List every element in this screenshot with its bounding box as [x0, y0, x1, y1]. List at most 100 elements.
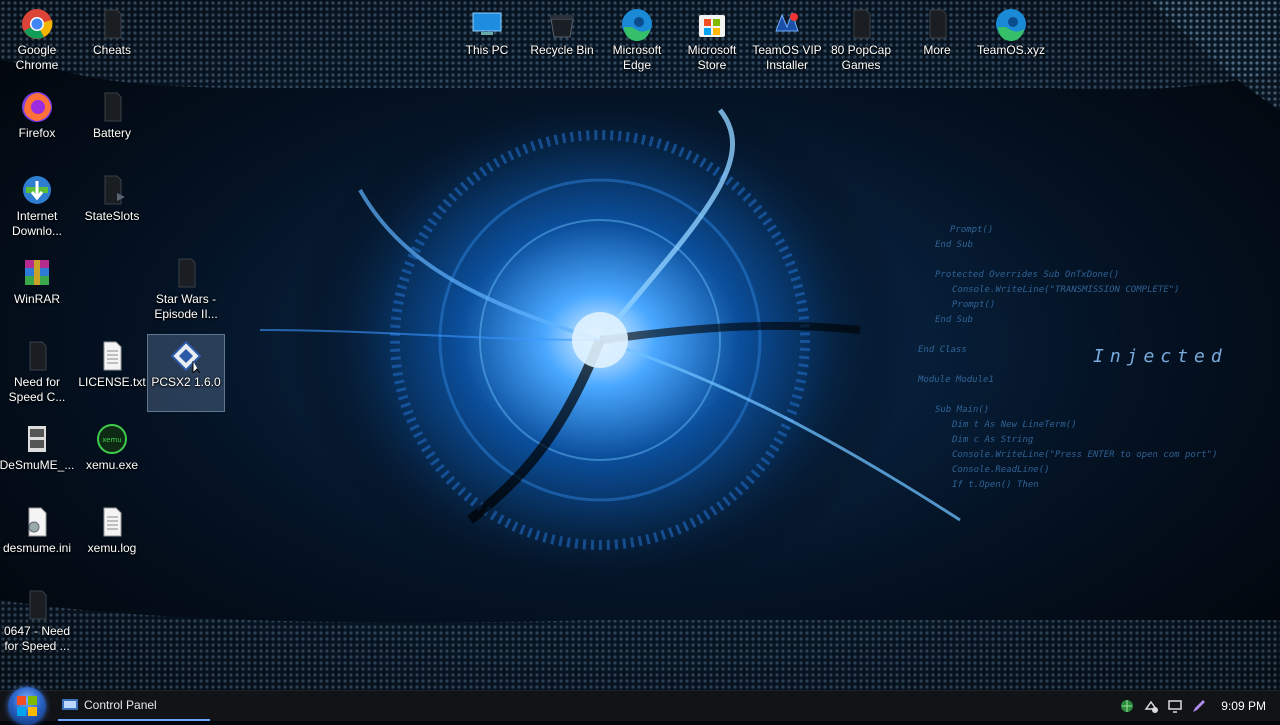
desktop-icon-label: xemu.exe: [85, 458, 139, 472]
recycle-bin-icon: [550, 15, 574, 38]
wallpaper-code-line: Dim t As New LineTerm(): [951, 420, 1077, 430]
tray-display[interactable]: [1163, 691, 1187, 721]
desktop-icon-label: desmume.ini: [2, 541, 72, 555]
edge-icon: [996, 9, 1026, 41]
taskbar-clock[interactable]: 9:09 PM: [1211, 699, 1280, 713]
file-icon: [104, 175, 125, 205]
desktop-icon-xemu-log[interactable]: xemu.log: [74, 501, 150, 577]
desktop-icon-label: StateSlots: [84, 209, 140, 223]
desktop-icon-microsoft-store[interactable]: Microsoft Store: [674, 3, 750, 79]
wallpaper-code-line: Console.WriteLine("TRANSMISSION COMPLETE…: [952, 285, 1180, 295]
desktop-icon-desmume[interactable]: DeSmuME_...: [0, 418, 75, 494]
desktop-icon-popcap-games[interactable]: 80 PopCap Games: [823, 3, 899, 79]
xemu-icon: xemu: [97, 424, 127, 454]
file-icon: [104, 92, 122, 122]
desktop-icon-cheats[interactable]: Cheats: [74, 3, 150, 79]
edge-icon: [622, 9, 652, 41]
desktop-icon-label: More: [923, 43, 951, 57]
tray-action-center[interactable]: [1139, 691, 1163, 721]
desktop-icon-nfs-0647[interactable]: 0647 - Need for Speed ...: [0, 584, 75, 660]
store-icon: [699, 15, 725, 37]
desktop-icon-pcsx2[interactable]: PCSX2 1.6.0: [147, 334, 225, 412]
desktop-icon-license-txt[interactable]: LICENSE.txt: [74, 335, 150, 411]
desktop-icon-label: Recycle Bin: [530, 43, 594, 57]
taskbar-item-label: Control Panel: [84, 698, 157, 712]
desktop-icon-xemu[interactable]: xemu xemu.exe: [74, 418, 150, 494]
desktop-icon-label: DeSmuME_...: [0, 458, 75, 472]
desktop-icon-battery[interactable]: Battery: [74, 86, 150, 162]
desktop-icon-label: Star Wars - Episode II...: [154, 292, 218, 321]
desktop-icon-label: Internet Downlo...: [11, 209, 63, 238]
desktop-icon-label: Microsoft Store: [687, 43, 737, 72]
desktop-icon-label: Battery: [92, 126, 131, 140]
internet-download-icon: [23, 176, 51, 204]
wallpaper-code-line: If t.Open() Then: [952, 480, 1039, 490]
system-tray: 9:09 PM: [1115, 691, 1280, 721]
firefox-icon: [22, 92, 52, 122]
wallpaper-code-line: End Class: [918, 345, 967, 355]
desktop-icon-label: Google Chrome: [15, 43, 59, 72]
desktop-icon-label: This PC: [465, 43, 509, 57]
text-file-icon: [103, 341, 122, 371]
desktop-icon-recycle-bin[interactable]: Recycle Bin: [524, 3, 600, 79]
svg-text:xemu: xemu: [102, 436, 122, 444]
tray-pen[interactable]: [1187, 691, 1211, 721]
pen-icon: [1193, 700, 1206, 712]
desktop-icon-label: TeamOS VIP Installer: [752, 43, 822, 72]
winrar-icon: [25, 260, 49, 285]
desktop-icon-desmume-ini[interactable]: desmume.ini: [0, 501, 75, 577]
desktop-icon-star-wars[interactable]: Star Wars - Episode II...: [148, 252, 224, 328]
desktop-icon-label: LICENSE.txt: [78, 375, 146, 389]
desktop-icon-stateslots[interactable]: StateSlots: [74, 169, 150, 245]
desktop-icon-need-for-speed[interactable]: Need for Speed C...: [0, 335, 75, 411]
desktop-icon-firefox[interactable]: Firefox: [0, 86, 75, 162]
network-icon: [1121, 700, 1134, 712]
desktop-icon-label: 80 PopCap Games: [830, 43, 892, 72]
file-icon: [104, 9, 122, 39]
wallpaper-code-line: Console.ReadLine(): [952, 465, 1050, 475]
file-icon: [178, 258, 196, 288]
desktop-icon-label: Need for Speed C...: [8, 375, 66, 404]
taskbar: Control Panel 9:09 PM: [0, 687, 1280, 725]
desmume-icon: [28, 426, 46, 452]
wallpaper-code-line: End Sub: [935, 240, 973, 250]
wallpaper-code-line: Console.WriteLine("Press ENTER to open c…: [952, 450, 1218, 460]
wallpaper-code-line: End Sub: [935, 315, 973, 325]
desktop-icon-more[interactable]: More: [899, 3, 975, 79]
settings-file-icon: [28, 507, 47, 537]
wallpaper-title: Injected: [1093, 346, 1228, 367]
action-center-icon: [1144, 700, 1159, 713]
windows-start-icon: [17, 696, 37, 716]
text-file-icon: [103, 507, 122, 537]
tray-network[interactable]: [1115, 691, 1139, 721]
desktop-icon-label: Firefox: [18, 126, 56, 140]
desktop-icon-label: WinRAR: [13, 292, 60, 306]
display-icon: [1168, 700, 1183, 713]
desktop-icon-internet-download-manager[interactable]: Internet Downlo...: [0, 169, 75, 245]
wallpaper-code-line: Module Module1: [917, 375, 994, 385]
computer-icon: [472, 12, 502, 35]
desktop-icon-this-pc[interactable]: This PC: [449, 3, 525, 79]
taskbar-item-control-panel[interactable]: Control Panel: [58, 691, 210, 721]
installer-icon: [775, 11, 799, 32]
desktop-icon-teamos-xyz[interactable]: TeamOS.xyz: [973, 3, 1049, 79]
wallpaper-code-line: Protected Overrides Sub OnTxDone(): [935, 270, 1119, 280]
control-panel-icon: [62, 699, 78, 710]
desktop-icon-chrome[interactable]: Google Chrome: [0, 3, 75, 79]
wallpaper-code-line: Prompt(): [950, 225, 993, 235]
desktop-icon-teamos-vip-installer[interactable]: TeamOS VIP Installer: [749, 3, 825, 79]
wallpaper-code-line: Dim c As String: [951, 435, 1034, 445]
desktop-icon-winrar[interactable]: WinRAR: [0, 252, 75, 328]
desktop-icon-label: PCSX2 1.6.0: [151, 375, 221, 389]
desktop-icon-label: 0647 - Need for Speed ...: [3, 624, 71, 653]
file-icon: [29, 341, 47, 371]
desktop-icon-label: Microsoft Edge: [612, 43, 662, 72]
desktop-icon-label: xemu.log: [87, 541, 137, 555]
desktop-icon-edge[interactable]: Microsoft Edge: [599, 3, 675, 79]
file-icon: [29, 590, 47, 620]
wallpaper-code-line: Prompt(): [952, 300, 995, 310]
chrome-icon: [22, 9, 53, 39]
start-button[interactable]: [8, 687, 46, 725]
wallpaper-code-line: Sub Main(): [935, 405, 989, 415]
file-icon: [853, 9, 871, 39]
